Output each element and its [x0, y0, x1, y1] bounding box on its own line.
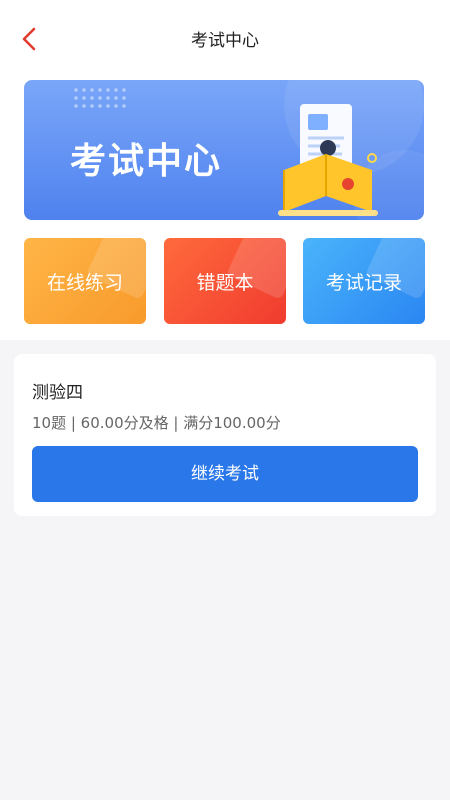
wrong-questions-tile[interactable]: 错题本 [164, 238, 286, 324]
exam-record-label: 考试记录 [325, 272, 402, 294]
exam-meta: 10题 | 60.00分及格 | 满分100.00分 [32, 414, 281, 432]
banner-title: 考试中心 [70, 141, 223, 182]
app-header: 考试中心 [0, 0, 450, 76]
exam-card: 测验四 10题 | 60.00分及格 | 满分100.00分 继续考试 [14, 354, 436, 516]
online-practice-tile[interactable]: 在线练习 [24, 238, 146, 324]
online-practice-label: 在线练习 [46, 272, 123, 294]
exam-record-tile[interactable]: 考试记录 [303, 238, 425, 324]
exam-name: 测验四 [32, 383, 83, 403]
exam-center-banner: 考试中心 [24, 80, 424, 220]
exam-illustration-icon [278, 104, 378, 216]
page-title: 考试中心 [191, 31, 259, 51]
wrong-questions-label: 错题本 [196, 272, 254, 294]
continue-exam-button[interactable]: 继续考试 [32, 446, 418, 502]
